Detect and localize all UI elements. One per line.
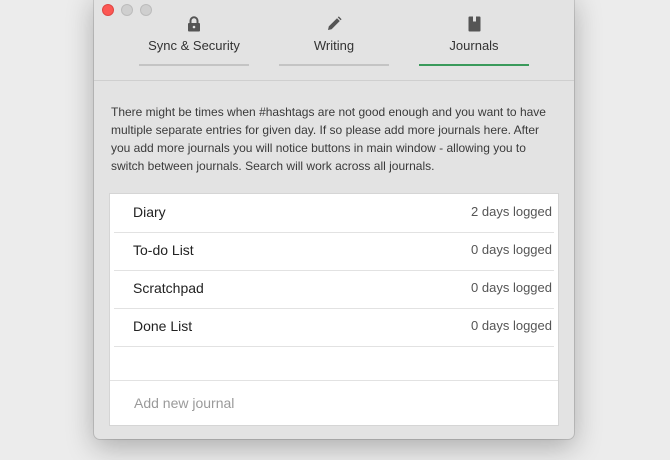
- tab-underline: [139, 64, 249, 66]
- list-item[interactable]: Diary 2 days logged: [114, 194, 554, 233]
- list-item[interactable]: Done List 0 days logged: [114, 308, 554, 347]
- pencil-icon: [279, 16, 389, 34]
- journal-count: 0 days logged: [471, 280, 552, 295]
- journal-name: Diary: [133, 204, 166, 220]
- preferences-window: Sync & Security Writing Journals There m…: [94, 0, 574, 439]
- tab-label: Journals: [449, 38, 499, 53]
- journal-count: 0 days logged: [471, 318, 552, 333]
- journal-count: 2 days logged: [471, 204, 552, 219]
- journal-name: Scratchpad: [133, 280, 204, 296]
- tab-label: Writing: [313, 38, 355, 53]
- tab-writing[interactable]: Writing: [279, 0, 389, 74]
- book-icon: [419, 16, 529, 34]
- lock-icon: [139, 16, 249, 34]
- journals-list: Diary 2 days logged To-do List 0 days lo…: [110, 194, 558, 425]
- tab-label: Sync & Security: [148, 38, 240, 53]
- tab-underline-active: [419, 64, 529, 66]
- list-item[interactable]: To-do List 0 days logged: [114, 232, 554, 271]
- tab-underline: [279, 64, 389, 66]
- add-journal-input[interactable]: [110, 380, 558, 425]
- journal-name: Done List: [133, 318, 193, 334]
- journal-name: To-do List: [133, 242, 194, 258]
- preferences-toolbar: Sync & Security Writing Journals: [94, 0, 574, 81]
- tab-journals[interactable]: Journals: [419, 0, 529, 74]
- tab-sync-security[interactable]: Sync & Security: [139, 0, 249, 74]
- list-item[interactable]: Scratchpad 0 days logged: [114, 270, 554, 309]
- journal-count: 0 days logged: [471, 242, 552, 257]
- journals-description: There might be times when #hashtags are …: [111, 105, 546, 173]
